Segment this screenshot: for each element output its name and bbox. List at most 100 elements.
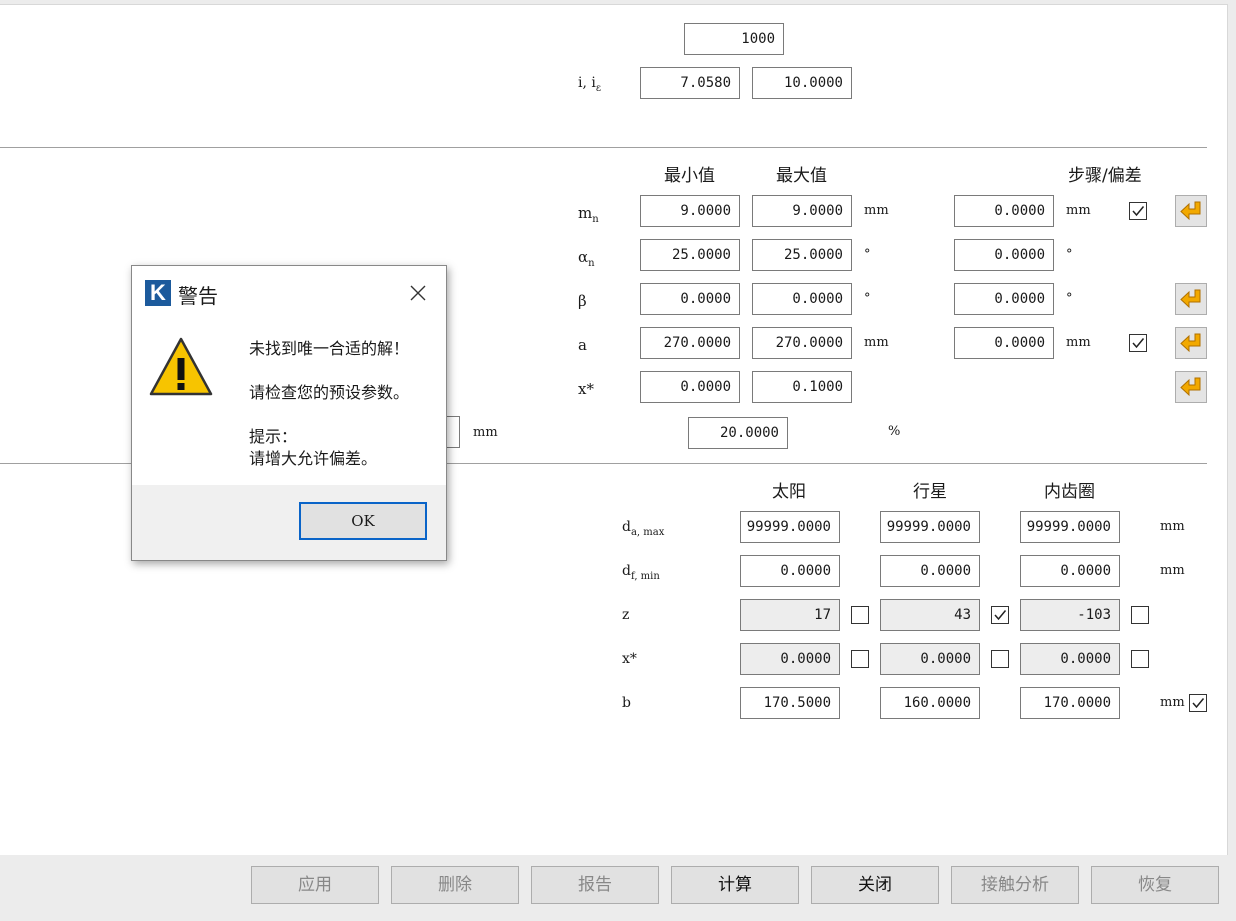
gear-sun-field[interactable]: 0.0000 (740, 555, 840, 587)
dialog-title: 警告 (178, 284, 218, 308)
limit-label-text: x* (578, 380, 594, 398)
dialog-message-1: 未找到唯一合适的解！ (249, 339, 410, 358)
percent-field[interactable]: 20.0000 (688, 417, 788, 449)
col-ring-header: 内齿圈 (1044, 482, 1095, 502)
limit-checkbox[interactable] (1129, 334, 1147, 352)
limit-unit: ° (864, 247, 871, 262)
limit-min-field[interactable]: 25.0000 (640, 239, 740, 271)
gear-sun-checkbox[interactable] (851, 650, 869, 668)
gear-ring-field[interactable]: 99999.0000 (1020, 511, 1120, 543)
separator-1 (0, 147, 1207, 148)
gear-label-text: b (622, 695, 631, 711)
warning-dialog: K 警告 未找到唯一合适的解！ 请检查您的预设参数。 提示： 请增大允许偏差。 … (131, 265, 447, 561)
limit-label-text: β (578, 292, 587, 310)
limit-label-text: α (578, 248, 589, 266)
close-button[interactable]: 关闭 (811, 866, 939, 904)
limit-step-field[interactable]: 0.0000 (954, 239, 1054, 271)
apply-value-icon[interactable] (1175, 327, 1207, 359)
gear-ring-checkbox[interactable] (1131, 650, 1149, 668)
col-step-header: 步骤/偏差 (1068, 166, 1142, 186)
gear-sun-checkbox[interactable] (851, 606, 869, 624)
limit-unit: mm (864, 335, 889, 350)
gear-label-sub: f, min (630, 570, 660, 582)
dialog-message-4: 请增大允许偏差。 (249, 449, 378, 468)
limit-min-field[interactable]: 9.0000 (640, 195, 740, 227)
gear-ring-field[interactable]: 0.0000 (1020, 643, 1120, 675)
limit-max-field[interactable]: 0.0000 (752, 283, 852, 315)
gear-label: df, min (622, 563, 660, 582)
gear-planet-checkbox[interactable] (991, 606, 1009, 624)
dialog-message-2: 请检查您的预设参数。 (249, 383, 410, 402)
limit-label-text: a (578, 336, 587, 354)
gear-planet-field[interactable]: 0.0000 (880, 643, 980, 675)
limit-label: a (578, 336, 587, 354)
gear-planet-field[interactable]: 43 (880, 599, 980, 631)
gear-unit: mm (1160, 563, 1185, 578)
apply-value-icon[interactable] (1175, 371, 1207, 403)
limit-max-field[interactable]: 9.0000 (752, 195, 852, 227)
ratio-total-field[interactable]: 1000 (684, 23, 784, 55)
calculate-button[interactable]: 计算 (671, 866, 799, 904)
dialog-footer: OK (132, 485, 446, 560)
apply-button[interactable]: 应用 (251, 866, 379, 904)
gear-sun-field[interactable]: 170.5000 (740, 687, 840, 719)
gear-sun-field[interactable]: 99999.0000 (740, 511, 840, 543)
gear-width-checkbox[interactable] (1189, 694, 1207, 712)
ratio-ie-field[interactable]: 10.0000 (752, 67, 852, 99)
limit-label: x* (578, 380, 594, 398)
gear-sun-field[interactable]: 17 (740, 599, 840, 631)
gear-label-text: d (622, 563, 631, 579)
limit-step-field[interactable]: 0.0000 (954, 195, 1054, 227)
gear-label: da, max (622, 519, 664, 538)
ratio-i-field[interactable]: 7.0580 (640, 67, 740, 99)
gear-sun-field[interactable]: 0.0000 (740, 643, 840, 675)
limit-step-field[interactable]: 0.0000 (954, 327, 1054, 359)
ratio-label-sub: ε (595, 82, 602, 94)
warning-icon (149, 336, 213, 402)
delete-button[interactable]: 删除 (391, 866, 519, 904)
limit-label: β (578, 292, 587, 310)
dialog-message-3: 提示： (249, 427, 298, 446)
partial-unit: mm (473, 425, 498, 440)
apply-value-icon[interactable] (1175, 283, 1207, 315)
gear-planet-field[interactable]: 160.0000 (880, 687, 980, 719)
limit-step-field[interactable]: 0.0000 (954, 283, 1054, 315)
gear-ring-checkbox[interactable] (1131, 606, 1149, 624)
close-icon[interactable] (407, 282, 429, 304)
gear-unit: mm (1160, 695, 1185, 710)
gear-label: x* (622, 651, 637, 667)
limit-step-unit: ° (1066, 247, 1073, 262)
restore-button[interactable]: 恢复 (1091, 866, 1219, 904)
gear-planet-field[interactable]: 0.0000 (880, 555, 980, 587)
contact-analysis-button[interactable]: 接触分析 (951, 866, 1079, 904)
ratio-label-text: i, i (578, 75, 596, 91)
apply-value-icon[interactable] (1175, 195, 1207, 227)
limit-checkbox[interactable] (1129, 202, 1147, 220)
gear-planet-checkbox[interactable] (991, 650, 1009, 668)
gear-label-text: z (622, 607, 630, 623)
limit-label: αn (578, 248, 595, 269)
gear-label: b (622, 695, 631, 711)
limit-step-unit: ° (1066, 291, 1073, 306)
limit-min-field[interactable]: 270.0000 (640, 327, 740, 359)
limit-max-field[interactable]: 25.0000 (752, 239, 852, 271)
ok-button[interactable]: OK (299, 502, 427, 540)
gear-label-text: x* (622, 651, 637, 667)
limit-min-field[interactable]: 0.0000 (640, 371, 740, 403)
limit-max-field[interactable]: 0.1000 (752, 371, 852, 403)
limit-min-field[interactable]: 0.0000 (640, 283, 740, 315)
limit-step-unit: mm (1066, 203, 1091, 218)
limit-unit: mm (864, 203, 889, 218)
limit-unit: ° (864, 291, 871, 306)
report-button[interactable]: 报告 (531, 866, 659, 904)
ratio-label: i, iε (578, 75, 601, 94)
limit-max-field[interactable]: 270.0000 (752, 327, 852, 359)
gear-ring-field[interactable]: 170.0000 (1020, 687, 1120, 719)
gear-planet-field[interactable]: 99999.0000 (880, 511, 980, 543)
gear-ring-field[interactable]: 0.0000 (1020, 555, 1120, 587)
limit-label: mn (578, 204, 599, 225)
limit-label-sub: n (592, 214, 599, 225)
gear-ring-field[interactable]: -103 (1020, 599, 1120, 631)
app-logo-icon: K (145, 280, 171, 306)
limit-label-sub: n (588, 258, 595, 269)
